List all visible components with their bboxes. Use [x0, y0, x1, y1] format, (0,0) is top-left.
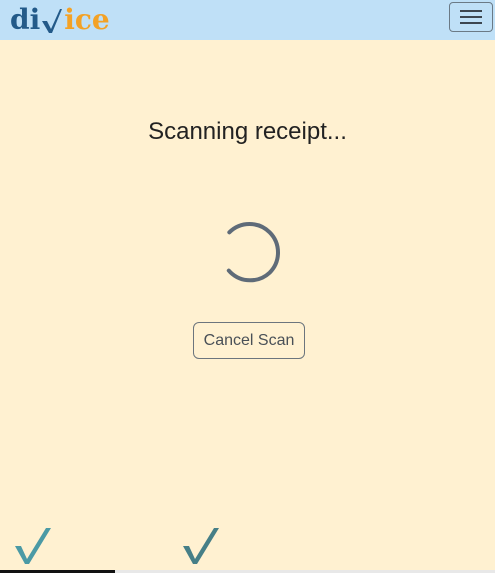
logo-prefix: di [10, 3, 41, 36]
cancel-scan-button[interactable]: Cancel Scan [193, 322, 305, 359]
checkmark-icon [15, 528, 51, 564]
loading-spinner-icon [219, 222, 280, 283]
brand-logo[interactable]: di ice [10, 0, 110, 40]
navbar: di ice [0, 0, 495, 40]
logo-suffix: ice [64, 3, 110, 36]
app-page: di ice Scanning receipt... Cancel Scan [0, 0, 495, 573]
menu-toggle-button[interactable] [449, 2, 493, 32]
page-title: Scanning receipt... [148, 118, 347, 145]
checkmark-icon [183, 528, 219, 564]
hamburger-icon [460, 10, 482, 24]
logo-checkmark-icon [42, 9, 63, 33]
